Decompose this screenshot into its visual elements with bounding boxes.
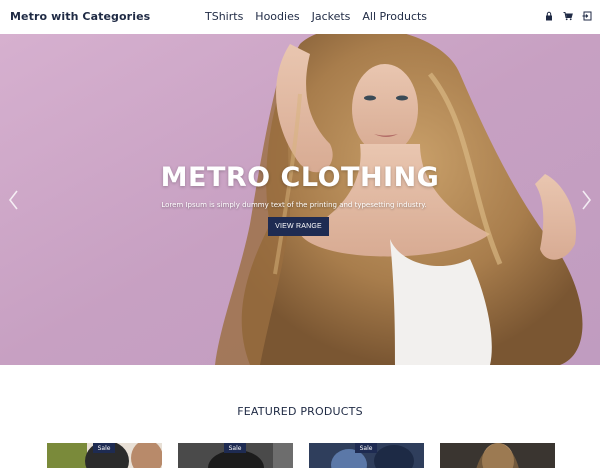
nav-all-products[interactable]: All Products xyxy=(362,10,427,23)
sale-badge: Sale xyxy=(93,443,115,453)
header-icons xyxy=(544,11,592,21)
header: Metro with Categories TShirts Hoodies Ja… xyxy=(0,0,600,34)
nav-jackets[interactable]: Jackets xyxy=(312,10,351,23)
hero-image xyxy=(0,34,600,365)
carousel-next-icon[interactable] xyxy=(579,188,593,212)
product-grid: Sale Sale Sale xyxy=(47,443,555,468)
cart-icon[interactable] xyxy=(563,11,573,21)
brand-logo[interactable]: Metro with Categories xyxy=(10,10,150,23)
nav-hoodies[interactable]: Hoodies xyxy=(255,10,299,23)
product-image xyxy=(440,443,555,468)
carousel-prev-icon[interactable] xyxy=(7,188,21,212)
lock-icon[interactable] xyxy=(544,11,554,21)
nav-tshirts[interactable]: TShirts xyxy=(205,10,243,23)
login-icon[interactable] xyxy=(582,11,592,21)
main-nav: TShirts Hoodies Jackets All Products xyxy=(205,10,427,23)
sale-badge: Sale xyxy=(355,443,377,453)
view-range-button[interactable]: VIEW RANGE xyxy=(268,217,329,236)
product-card[interactable]: Sale xyxy=(309,443,424,468)
sale-badge: Sale xyxy=(224,443,246,453)
hero-subtitle: Lorem Ipsum is simply dummy text of the … xyxy=(161,201,427,209)
hero-title: METRO CLOTHING xyxy=(160,162,440,193)
hero-carousel: METRO CLOTHING Lorem Ipsum is simply dum… xyxy=(0,34,600,365)
product-card[interactable] xyxy=(440,443,555,468)
featured-products-heading: FEATURED PRODUCTS xyxy=(237,405,363,418)
product-card[interactable]: Sale xyxy=(178,443,293,468)
product-card[interactable]: Sale xyxy=(47,443,162,468)
